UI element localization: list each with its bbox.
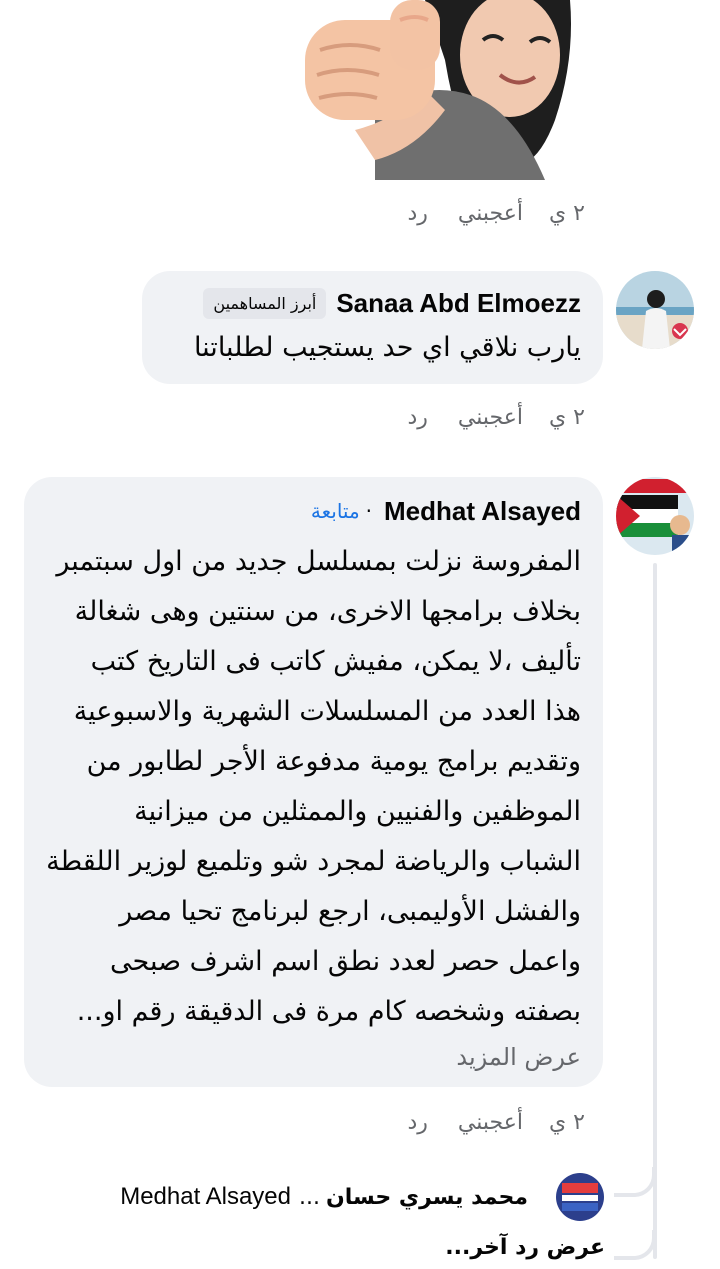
- comment-text: يارب نلاقي اي حد يستجيب لطلباتنا: [193, 332, 581, 363]
- reply-button[interactable]: رد: [407, 405, 427, 430]
- comment-line: الموظفين والفنيين والممثلين من ميزانية: [134, 796, 581, 827]
- follow-button[interactable]: ·متابعة: [311, 499, 372, 523]
- comment-actions: ٢ ي أعجبني رد: [355, 1102, 585, 1142]
- comment-author[interactable]: Medhat Alsayed: [384, 496, 581, 527]
- comment-actions: ٢ ي أعجبني رد: [355, 193, 585, 233]
- thread-connector: [653, 563, 657, 1259]
- reply-avatar[interactable]: [556, 1173, 604, 1221]
- reply-button[interactable]: رد: [407, 1110, 427, 1135]
- like-button[interactable]: أعجبني: [458, 201, 523, 226]
- comment-line: والفشل الأوليمبى، ارجع لبرنامج تحيا مصر: [119, 896, 581, 927]
- comment-author[interactable]: Sanaa Abd Elmoezz: [336, 288, 581, 319]
- comment-line: واعمل حصر لعدد نطق اسم اشرف صبحى: [110, 946, 581, 977]
- comment-line: تأليف ،لا يمكن، مفيش كاتب فى التاريخ كتب: [90, 646, 581, 677]
- reply-preview[interactable]: محمد يسري حسان ... Medhat Alsayed: [100, 1172, 540, 1222]
- comment-timestamp: ٢ ي: [548, 404, 585, 430]
- comment-line: الشباب والرياضة لمجرد شو وتلميع لوزير ال…: [46, 846, 581, 877]
- see-more-link[interactable]: عرض المزيد: [46, 1037, 581, 1077]
- comment-timestamp: ٢ ي: [548, 200, 585, 226]
- comment-bubble: Medhat Alsayed ·متابعة المفروسة نزلت بمس…: [24, 477, 603, 1087]
- reply-mention: Medhat Alsayed: [120, 1183, 291, 1210]
- avatar[interactable]: [616, 477, 694, 555]
- reply-ellipsis: ...: [298, 1184, 320, 1210]
- comment-line: المفروسة نزلت بمسلسل جديد من اول سبتمبر: [56, 546, 581, 577]
- reply-connector: [614, 1167, 656, 1197]
- comment-text: المفروسة نزلت بمسلسل جديد من اول سبتمبر …: [46, 537, 581, 1037]
- comment-line: بصفته وشخصه كام مرة فى الدقيقة رقم او...: [76, 996, 581, 1027]
- comment-timestamp: ٢ ي: [548, 1109, 585, 1135]
- comment-bubble: Sanaa Abd Elmoezz أبرز المساهمين يارب نل…: [142, 271, 603, 384]
- avatar[interactable]: [616, 271, 694, 349]
- reply-author[interactable]: محمد يسري حسان: [326, 1185, 528, 1210]
- sticker-image: [305, 0, 575, 180]
- like-button[interactable]: أعجبني: [458, 1110, 523, 1135]
- view-more-replies-link[interactable]: عرض رد آخر...: [400, 1235, 605, 1260]
- top-contributor-badge: أبرز المساهمين: [203, 287, 327, 319]
- comment-actions: ٢ ي أعجبني رد: [355, 397, 585, 437]
- comment-line: هذا العدد من المسلسلات الشهرية والاسبوعي…: [73, 696, 581, 727]
- separator-dot: ·: [365, 499, 373, 523]
- like-button[interactable]: أعجبني: [458, 405, 523, 430]
- reply-button[interactable]: رد: [407, 201, 427, 226]
- follow-label[interactable]: متابعة: [311, 499, 360, 523]
- comment-line: وتقديم برامج يومية مدفوعة الأجر لطابور م…: [86, 746, 581, 777]
- reply-connector: [614, 1230, 656, 1260]
- comment-line: بخلاف برامجها الاخرى، من سنتين وهى شغالة: [74, 596, 581, 627]
